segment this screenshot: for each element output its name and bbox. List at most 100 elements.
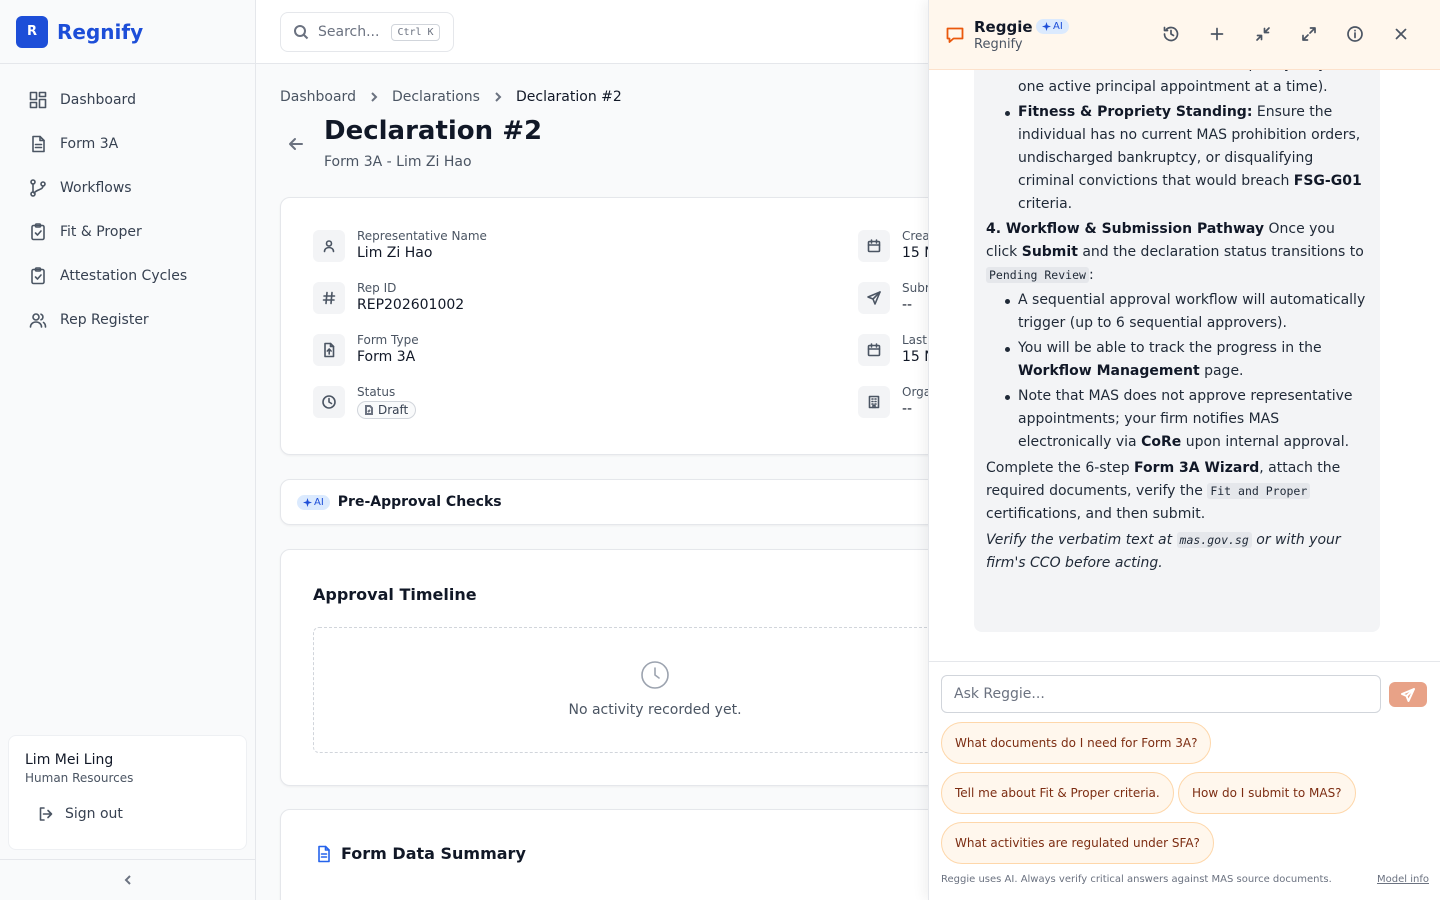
chat-subtitle: Regnify	[974, 37, 1023, 52]
timeline-empty-message: No activity recorded yet.	[568, 702, 742, 718]
history-button[interactable]	[1162, 25, 1180, 43]
chevron-right-icon	[495, 92, 502, 102]
sidebar-item-dashboard[interactable]: Dashboard	[16, 78, 239, 122]
users-icon	[29, 313, 47, 328]
expand-button[interactable]	[1300, 25, 1318, 43]
chevron-right-icon	[371, 92, 378, 102]
field-representative-name: Representative Name Lim Zi Hao	[313, 229, 487, 262]
field-submitted: Subr --	[858, 281, 928, 314]
ai-badge: AI	[1036, 19, 1069, 34]
dashboard-icon	[29, 91, 47, 109]
file-icon	[313, 334, 345, 366]
close-icon	[1395, 28, 1407, 40]
ai-badge-label: AI	[1053, 21, 1063, 32]
breadcrumb-declarations[interactable]: Declarations	[392, 89, 480, 105]
model-info-link[interactable]: Model info	[1377, 874, 1429, 885]
message-text: page.	[1199, 363, 1244, 379]
pre-approval-title: Pre-Approval Checks	[337, 494, 502, 510]
send-icon	[1401, 687, 1415, 702]
sidebar-item-attestation-cycles[interactable]: Attestation Cycles	[16, 254, 239, 298]
pre-approval-checks-toggle[interactable]: AI Pre-Approval Checks	[280, 479, 928, 525]
suggestion-chip[interactable]: What activities are regulated under SFA?	[941, 822, 1214, 864]
history-icon	[1163, 26, 1179, 42]
message-text: A sequential approval workflow will auto…	[1018, 292, 1366, 331]
message-bold: Submit	[1021, 244, 1078, 260]
search-shortcut: Ctrl K	[391, 23, 440, 41]
collapse-sidebar-button[interactable]	[0, 859, 256, 900]
sidebar-item-rep-register[interactable]: Rep Register	[16, 298, 239, 342]
field-last-updated: Last 15 N	[858, 333, 928, 366]
message-bold: Fitness & Propriety Standing:	[1018, 104, 1253, 120]
file-pen-icon	[365, 405, 373, 415]
assistant-message: representative is not already appointed …	[974, 70, 1380, 632]
chat-title: Reggie	[974, 18, 1033, 36]
search-icon	[294, 25, 309, 40]
page-title: Declaration #2	[324, 116, 543, 146]
message-code: Pending Review	[986, 267, 1089, 283]
arrow-left-icon	[289, 138, 303, 150]
sparkle-icon	[1042, 22, 1051, 31]
suggestion-chip[interactable]: Tell me about Fit & Proper criteria.	[941, 772, 1174, 814]
sidebar-item-form-3a[interactable]: Form 3A	[16, 122, 239, 166]
message-bold: Form 3A Wizard	[1134, 460, 1260, 476]
message-bullet: You will be able to track the progress i…	[1002, 337, 1368, 383]
send-button[interactable]	[1389, 682, 1427, 707]
brand[interactable]: R Regnify	[0, 0, 255, 64]
message-bullet: representative is not already appointed …	[1002, 70, 1368, 99]
minimize-button[interactable]	[1254, 25, 1272, 43]
ai-badge-label: AI	[314, 496, 324, 508]
workflow-icon	[30, 179, 46, 197]
field-label: Orga	[902, 385, 928, 399]
user-card: Lim Mei Ling Human Resources Sign out	[8, 735, 247, 850]
suggestion-chip[interactable]: How do I submit to MAS?	[1178, 772, 1356, 814]
chevron-left-icon	[124, 875, 131, 885]
message-bullet: Fitness & Propriety Standing: Ensure the…	[1002, 101, 1368, 216]
declaration-details-card: Representative Name Lim Zi Hao Rep ID REP2…	[280, 197, 928, 455]
field-label: Status	[357, 385, 396, 399]
close-button[interactable]	[1392, 25, 1410, 43]
field-created: Crea 15 N	[858, 229, 928, 262]
search-placeholder: Search...	[318, 24, 380, 40]
sign-out-button[interactable]: Sign out	[25, 805, 230, 823]
building-icon	[858, 386, 890, 418]
maximize-icon	[1302, 27, 1316, 41]
field-value: Form 3A	[357, 349, 416, 365]
search-input[interactable]: Search... Ctrl K	[280, 12, 454, 52]
suggestion-chip[interactable]: What documents do I need for Form 3A?	[941, 722, 1212, 764]
chat-messages[interactable]: representative is not already appointed …	[929, 70, 1440, 661]
message-paragraph: Verify the verbatim text at mas.gov.sg o…	[986, 529, 1368, 575]
sidebar-item-fit-proper[interactable]: Fit & Proper	[16, 210, 239, 254]
ai-disclaimer: Reggie uses AI. Always verify critical a…	[941, 874, 1332, 885]
form-data-summary-card: Form Data Summary	[280, 809, 928, 900]
clipboard-check-icon	[31, 267, 45, 285]
main-content: Dashboard Declarations Declaration #2 De…	[256, 64, 928, 900]
field-value: REP202601002	[357, 297, 465, 313]
new-chat-button[interactable]	[1208, 25, 1226, 43]
clock-icon	[641, 661, 669, 689]
calendar-icon	[858, 334, 890, 366]
sidebar-item-workflows[interactable]: Workflows	[16, 166, 239, 210]
breadcrumb: Dashboard Declarations Declaration #2	[280, 89, 622, 105]
field-value: --	[902, 297, 913, 313]
field-label: Subr	[902, 281, 928, 295]
field-label: Representative Name	[357, 229, 487, 243]
field-rep-id: Rep ID REP202601002	[313, 281, 465, 314]
message-text: representative is not already appointed …	[1018, 70, 1361, 95]
field-status: Status Draft	[313, 385, 417, 419]
chat-input[interactable]	[941, 675, 1381, 713]
info-button[interactable]	[1346, 25, 1364, 43]
message-text: upon internal approval.	[1181, 434, 1350, 450]
back-button[interactable]	[286, 134, 306, 154]
field-value: 15 N	[902, 245, 928, 261]
message-bullet: A sequential approval workflow will auto…	[1002, 289, 1368, 335]
send-icon	[858, 282, 890, 314]
document-icon	[32, 135, 45, 153]
message-text: and the declaration status transitions t…	[1077, 244, 1364, 260]
user-icon	[313, 230, 345, 262]
logout-icon	[39, 807, 53, 821]
message-text: You will be able to track the progress i…	[1018, 340, 1322, 356]
breadcrumb-dashboard[interactable]: Dashboard	[280, 89, 356, 105]
status-badge: Draft	[357, 401, 417, 419]
field-value: 15 N	[902, 349, 928, 365]
message-text: certifications, and then submit.	[986, 506, 1206, 522]
